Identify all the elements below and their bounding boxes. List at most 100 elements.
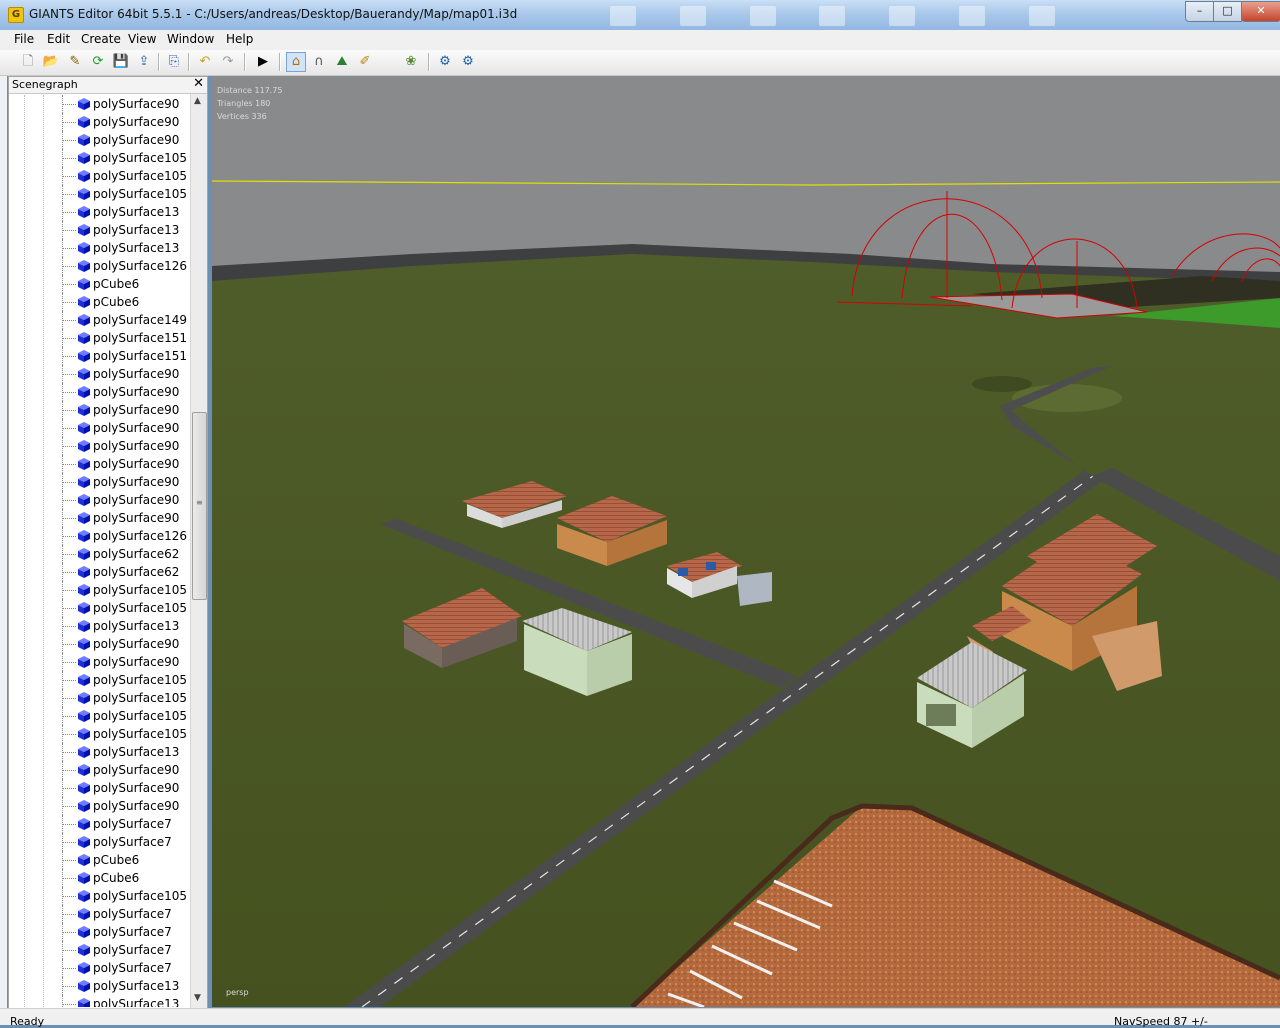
edit-script-icon[interactable]: ✎ [66,53,84,71]
maximize-button[interactable]: □ [1213,1,1242,22]
tree-node[interactable]: polySurface105 [9,149,189,167]
tree-node[interactable]: polySurface105 [9,167,189,185]
tree-node-label: polySurface90 [93,115,180,129]
terrain-paint-icon[interactable]: ✐ [356,53,374,71]
terrain-sculpt-icon[interactable]: ⛰ [333,53,351,71]
tree-guide-line [62,752,76,753]
tree-node[interactable]: polySurface90 [9,491,189,509]
menu-view[interactable]: View [128,32,156,46]
tree-node[interactable]: polySurface105 [9,671,189,689]
tree-node-label: polySurface126 [93,259,188,273]
settings-gear-icon[interactable]: ⚙ [459,53,477,71]
tree-node[interactable]: polySurface13 [9,977,189,995]
scroll-up-arrow-icon[interactable]: ▲ [194,96,201,106]
save-icon[interactable]: 💾 [112,53,130,71]
tree-node[interactable]: polySurface7 [9,905,189,923]
tree-node[interactable]: polySurface90 [9,779,189,797]
tree-node[interactable]: pCube6 [9,851,189,869]
tree-node[interactable]: polySurface90 [9,761,189,779]
import-icon[interactable]: ⎘ [165,53,183,71]
tree-node-label: polySurface13 [93,745,180,759]
background-window-icon [679,6,706,26]
tree-node[interactable]: polySurface13 [9,239,189,257]
tree-node[interactable]: polySurface90 [9,365,189,383]
close-button[interactable]: ✕ [1241,1,1280,22]
mesh-cube-icon [78,458,90,470]
tree-node[interactable]: polySurface62 [9,563,189,581]
mesh-cube-icon [78,890,90,902]
tree-node[interactable]: pCube6 [9,869,189,887]
tree-node[interactable]: polySurface151 [9,329,189,347]
reload-icon[interactable]: ⟳ [89,53,107,71]
redo-icon[interactable]: ↷ [219,53,237,71]
tree-node[interactable]: polySurface13 [9,995,189,1007]
tree-node[interactable]: polySurface90 [9,95,189,113]
tree-node[interactable]: polySurface90 [9,635,189,653]
3d-viewport[interactable]: Distance 117.75 Triangles 180 Vertices 3… [212,76,1280,1007]
play-icon[interactable]: ▶ [254,53,272,71]
tree-node[interactable]: polySurface90 [9,797,189,815]
tree-node-label: polySurface105 [93,889,188,903]
tree-guide-line [62,194,76,195]
scroll-thumb[interactable]: ≡ [192,412,207,600]
tree-node[interactable]: polySurface90 [9,509,189,527]
export-icon[interactable]: ⇪ [135,53,153,71]
tree-node[interactable]: polySurface7 [9,815,189,833]
select-mode-icon[interactable]: ⌂ [286,52,306,72]
background-window-icon [819,6,846,26]
open-folder-icon[interactable]: 📂 [42,53,60,71]
tree-guide-line [62,500,76,501]
tree-node[interactable]: polySurface90 [9,473,189,491]
tree-node[interactable]: polySurface105 [9,185,189,203]
menu-window[interactable]: Window [167,32,214,46]
tree-node[interactable]: polySurface7 [9,833,189,851]
tree-node[interactable]: polySurface105 [9,599,189,617]
tree-node[interactable]: polySurface90 [9,437,189,455]
tree-node[interactable]: polySurface126 [9,257,189,275]
scenegraph-tree[interactable]: polySurface90 polySurface90 polySurface90 p… [9,95,189,1007]
tree-node[interactable]: polySurface90 [9,401,189,419]
tree-node[interactable]: polySurface151 [9,347,189,365]
tree-node[interactable]: polySurface90 [9,653,189,671]
tree-node[interactable]: polySurface105 [9,887,189,905]
tree-node[interactable]: polySurface13 [9,221,189,239]
menu-edit[interactable]: Edit [47,32,70,46]
tree-node[interactable]: polySurface105 [9,707,189,725]
mesh-cube-icon [78,620,90,632]
undo-icon[interactable]: ↶ [196,53,214,71]
tree-node[interactable]: polySurface90 [9,383,189,401]
tree-node[interactable]: pCube6 [9,293,189,311]
menu-help[interactable]: Help [226,32,253,46]
magnet-icon[interactable]: ∩ [310,53,328,71]
tree-node[interactable]: polySurface105 [9,689,189,707]
settings-cycle-icon[interactable]: ⚙ [436,53,454,71]
close-icon[interactable]: ✕ [193,76,204,91]
tree-node[interactable]: polySurface90 [9,131,189,149]
tree-node[interactable]: polySurface149 [9,311,189,329]
tree-node[interactable]: polySurface13 [9,617,189,635]
tree-node[interactable]: polySurface62 [9,545,189,563]
tree-node[interactable]: polySurface105 [9,725,189,743]
scroll-down-arrow-icon[interactable]: ▼ [194,993,201,1003]
menu-file[interactable]: File [14,32,34,46]
tree-node[interactable]: polySurface105 [9,581,189,599]
foliage-paint-icon[interactable]: ❀ [402,53,420,71]
tree-guide-line [62,788,76,789]
tree-node[interactable]: polySurface90 [9,113,189,131]
scenegraph-scrollbar[interactable]: ▲ ≡ ▼ [190,94,207,1008]
tree-node[interactable]: polySurface7 [9,923,189,941]
tree-node-label: polySurface90 [93,385,180,399]
tree-node[interactable]: polySurface7 [9,941,189,959]
tree-node[interactable]: polySurface13 [9,743,189,761]
tree-node[interactable]: pCube6 [9,275,189,293]
tree-node[interactable]: polySurface7 [9,959,189,977]
tree-node[interactable]: polySurface126 [9,527,189,545]
tree-node[interactable]: polySurface90 [9,455,189,473]
tree-guide-line [62,590,76,591]
tree-guide-line [62,932,76,933]
tree-node[interactable]: polySurface90 [9,419,189,437]
new-file-icon[interactable]: 🗋 [19,53,37,71]
minimize-button[interactable]: – [1185,1,1214,22]
menu-create[interactable]: Create [81,32,121,46]
tree-node[interactable]: polySurface13 [9,203,189,221]
